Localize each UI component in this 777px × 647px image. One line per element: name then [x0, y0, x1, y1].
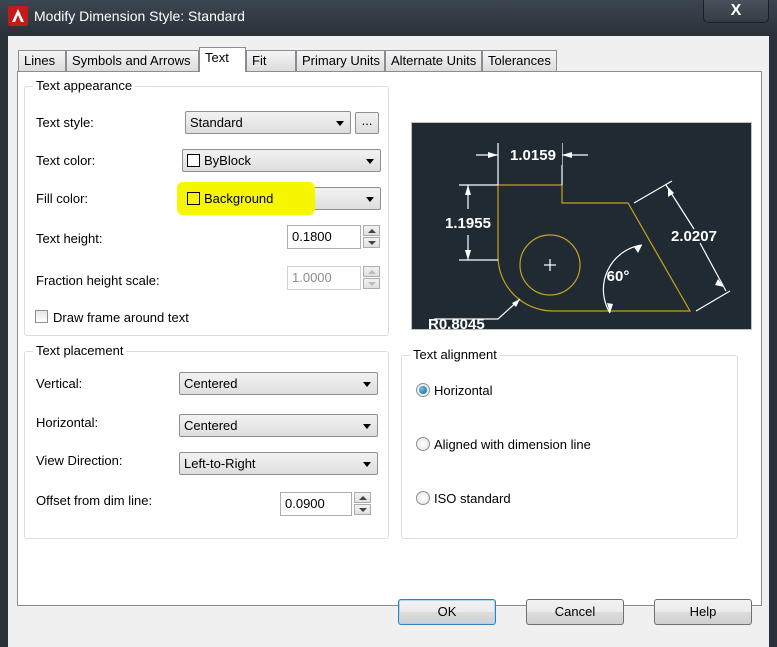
- chevron-down-icon: [366, 197, 374, 202]
- vertical-value: Centered: [184, 376, 238, 391]
- tab-text[interactable]: Text: [199, 47, 246, 72]
- fill-color-value: Background: [204, 191, 274, 206]
- color-swatch-icon: [187, 154, 200, 167]
- title-bar: Modify Dimension Style: Standard X: [0, 0, 777, 36]
- fraction-height-label: Fraction height scale:: [36, 273, 160, 288]
- preview-drawing: 1.0159 1.1955 2.0207 60° R0.8045: [428, 143, 731, 333]
- help-button[interactable]: Help: [654, 599, 752, 625]
- vertical-label: Vertical:: [36, 376, 83, 391]
- horizontal-radio-label[interactable]: Horizontal: [434, 383, 493, 398]
- aligned-radio-label[interactable]: Aligned with dimension line: [434, 437, 591, 452]
- vertical-dropdown[interactable]: Centered: [179, 372, 378, 395]
- spin-up-icon[interactable]: [363, 225, 380, 236]
- tab-symbols-and-arrows[interactable]: Symbols and Arrows: [66, 50, 199, 71]
- chevron-down-icon: [336, 121, 344, 126]
- horizontal-radio[interactable]: [416, 383, 430, 397]
- fill-color-label: Fill color:: [36, 191, 89, 206]
- offset-input[interactable]: 0.0900: [280, 492, 352, 516]
- text-appearance-group: Text appearance Text style: Standard ...…: [24, 78, 389, 336]
- offset-label: Offset from dim line:: [36, 493, 153, 508]
- text-alignment-group: Text alignment Horizontal Aligned with d…: [401, 347, 738, 539]
- text-color-value: ByBlock: [204, 153, 251, 168]
- dim-right-text: 2.0207: [671, 228, 717, 245]
- cancel-button[interactable]: Cancel: [526, 599, 624, 625]
- chevron-down-icon: [363, 382, 371, 387]
- dim-left-text: 1.1955: [445, 215, 491, 232]
- color-swatch-icon: [187, 192, 200, 205]
- dim-top-text: 1.0159: [510, 147, 556, 164]
- draw-frame-checkbox[interactable]: [35, 310, 48, 323]
- tab-primary-units[interactable]: Primary Units: [296, 50, 385, 71]
- text-style-dropdown[interactable]: Standard: [185, 111, 351, 134]
- chevron-down-icon: [366, 159, 374, 164]
- text-height-label: Text height:: [36, 231, 103, 246]
- draw-frame-label[interactable]: Draw frame around text: [53, 310, 189, 325]
- ok-button[interactable]: OK: [398, 599, 496, 625]
- angle-text: 60°: [607, 268, 630, 285]
- autocad-app-icon: [8, 6, 28, 26]
- text-placement-group: Text placement Vertical: Centered Horizo…: [24, 343, 389, 539]
- text-style-value: Standard: [190, 115, 243, 130]
- spin-down-icon: [363, 278, 380, 289]
- spin-up-icon[interactable]: [354, 492, 371, 503]
- text-style-browse-button[interactable]: ...: [355, 112, 379, 134]
- tab-alternate-units[interactable]: Alternate Units: [385, 50, 482, 71]
- fraction-height-spinner: 1.0000: [287, 266, 381, 290]
- aligned-radio[interactable]: [416, 437, 430, 451]
- chevron-down-icon: [363, 462, 371, 467]
- view-direction-value: Left-to-Right: [184, 456, 256, 471]
- fraction-height-input: 1.0000: [287, 266, 361, 290]
- horizontal-label: Horizontal:: [36, 415, 99, 430]
- offset-spinner[interactable]: 0.0900: [280, 492, 374, 516]
- radius-text: R0.8045: [428, 316, 485, 331]
- view-direction-dropdown[interactable]: Left-to-Right: [179, 452, 378, 475]
- text-color-dropdown[interactable]: ByBlock: [182, 149, 381, 172]
- text-height-input[interactable]: 0.1800: [287, 225, 361, 249]
- tab-fit[interactable]: Fit: [246, 50, 296, 71]
- spin-down-icon[interactable]: [363, 237, 380, 248]
- chevron-down-icon: [363, 424, 371, 429]
- text-tab-panel: Text appearance Text style: Standard ...…: [17, 71, 762, 606]
- horizontal-value: Centered: [184, 418, 238, 433]
- spin-down-icon[interactable]: [354, 504, 371, 515]
- text-alignment-title: Text alignment: [410, 347, 500, 362]
- iso-standard-radio-label[interactable]: ISO standard: [434, 491, 511, 506]
- close-button[interactable]: X: [703, 0, 769, 23]
- text-appearance-title: Text appearance: [33, 78, 136, 93]
- tab-tolerances[interactable]: Tolerances: [482, 50, 557, 71]
- text-placement-title: Text placement: [33, 343, 127, 358]
- tab-lines[interactable]: Lines: [18, 50, 66, 71]
- fill-color-dropdown[interactable]: Background: [177, 182, 381, 215]
- view-direction-label: View Direction:: [36, 453, 123, 468]
- iso-standard-radio[interactable]: [416, 491, 430, 505]
- text-color-label: Text color:: [36, 153, 96, 168]
- text-style-label: Text style:: [36, 115, 94, 130]
- dimension-preview: 1.0159 1.1955 2.0207 60° R0.8045: [411, 122, 752, 333]
- spin-up-icon: [363, 266, 380, 277]
- window-title: Modify Dimension Style: Standard: [34, 8, 245, 24]
- text-height-spinner[interactable]: 0.1800: [287, 225, 381, 249]
- horizontal-dropdown[interactable]: Centered: [179, 414, 378, 437]
- part-outline: [497, 184, 692, 312]
- dialog-body: Lines Symbols and Arrows Text Fit Primar…: [8, 36, 769, 647]
